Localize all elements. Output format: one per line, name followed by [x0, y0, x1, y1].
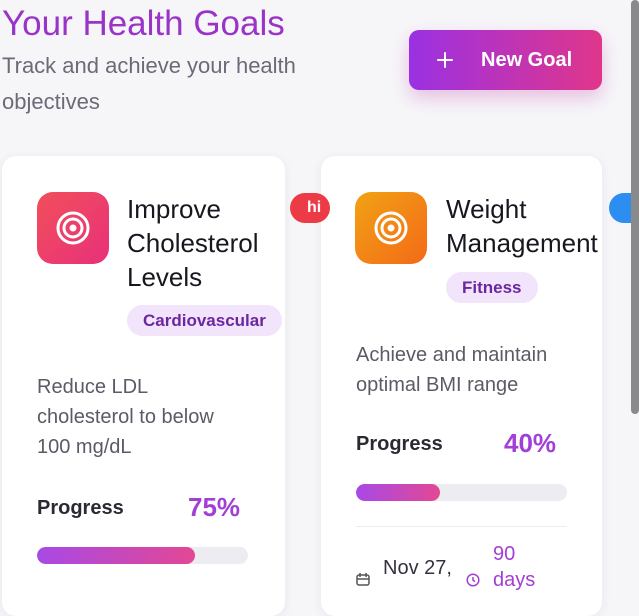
- progress-fill: [37, 547, 196, 564]
- goal-description: Reduce LDL cholesterol to below 100 mg/d…: [37, 376, 214, 458]
- goal-title: Improve Cholesterol Levels: [127, 194, 259, 292]
- divider: [356, 526, 567, 527]
- goal-card-weight[interactable]: Weight Management Fitness Achieve and ma…: [321, 156, 602, 616]
- new-goal-label: New Goal: [481, 48, 573, 71]
- target-icon: [355, 192, 427, 264]
- progress-value: 40%: [504, 428, 557, 458]
- calendar-icon: [356, 572, 370, 591]
- days-left: 90: [493, 543, 516, 565]
- page-title: Your Health Goals: [2, 4, 285, 43]
- progress-fill: [356, 484, 441, 501]
- target-date: Nov 27,: [383, 557, 452, 579]
- goal-title: Weight Management: [446, 194, 598, 258]
- progress-bar: [356, 484, 567, 501]
- category-tag: Cardiovascular: [127, 305, 282, 336]
- goal-description: Achieve and maintain optimal BMI range: [356, 344, 548, 396]
- days-unit: days: [493, 569, 536, 591]
- goal-card-cholesterol[interactable]: Improve Cholesterol Levels Cardiovascula…: [2, 156, 285, 616]
- target-icon: [37, 192, 109, 264]
- new-goal-button[interactable]: New Goal: [409, 30, 602, 90]
- progress-bar: [37, 547, 248, 564]
- scrollbar[interactable]: [631, 0, 639, 414]
- priority-badge: hi: [290, 193, 330, 223]
- category-tag: Fitness: [446, 272, 538, 303]
- progress-value: 75%: [188, 492, 241, 522]
- plus-icon: [434, 49, 456, 71]
- progress-label: Progress: [37, 497, 124, 519]
- page-subtitle: Track and achieve your health objectives: [2, 53, 296, 114]
- progress-label: Progress: [356, 433, 443, 455]
